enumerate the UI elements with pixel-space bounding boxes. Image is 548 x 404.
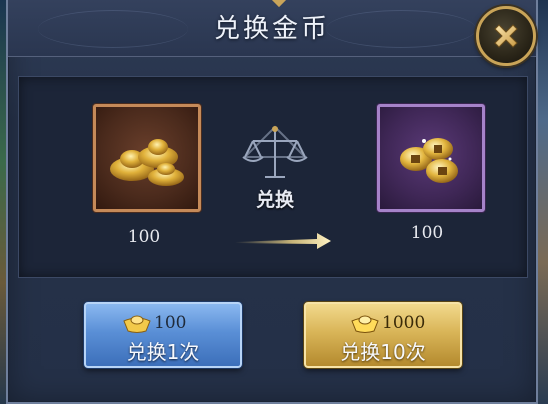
exchange-ten-cost: 1000 — [306, 311, 460, 335]
title-diamond-ornament — [271, 0, 287, 8]
exchange-panel: 100 兑换 100 — [18, 76, 528, 278]
target-item-slot — [377, 104, 485, 212]
exchange-ten-cost-value: 1000 — [382, 313, 426, 333]
exchange-once-cost: 100 — [86, 311, 240, 335]
exchange-label: 兑换 — [255, 189, 294, 211]
exchange-gold-dialog: 兑换金币 100 兑换 100 100 兑换1次 1000 兑换10次 — [6, 0, 538, 404]
exchange-ten-button[interactable]: 1000 兑换10次 — [304, 302, 462, 368]
source-item-slot — [93, 104, 201, 212]
gold-ingot-icon — [123, 315, 151, 333]
dialog-titlebar: 兑换金币 — [8, 0, 536, 57]
close-button[interactable] — [476, 6, 536, 66]
dialog-title: 兑换金币 — [213, 14, 330, 44]
exchange-ten-label: 兑换10次 — [340, 340, 426, 364]
source-amount: 100 — [127, 227, 161, 247]
close-x-icon — [494, 24, 518, 48]
exchange-once-button[interactable]: 100 兑换1次 — [84, 302, 242, 368]
gold-ingot-icon — [110, 139, 184, 186]
target-amount: 100 — [410, 223, 444, 243]
balance-scale-icon — [242, 125, 308, 178]
gold-ingot-icon — [351, 315, 379, 333]
arrow-right-icon — [235, 233, 331, 249]
exchange-once-cost-value: 100 — [154, 313, 187, 333]
gold-coins-icon — [400, 138, 458, 183]
exchange-once-label: 兑换1次 — [126, 340, 200, 364]
